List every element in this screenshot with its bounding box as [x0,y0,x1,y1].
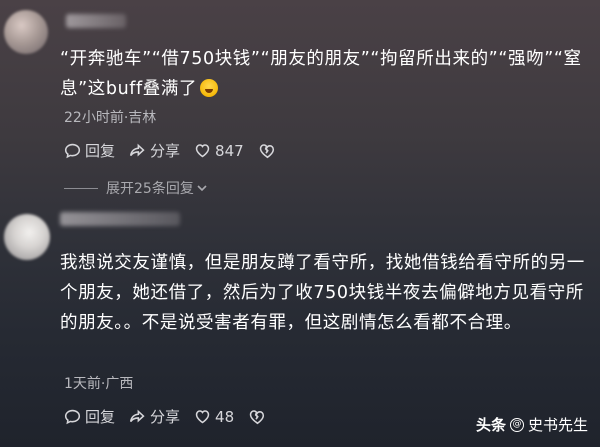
comment-meta: 1天前·广西 [64,376,134,392]
reply-label: 回复 [85,142,116,160]
watermark-logo: 头条 [475,416,506,434]
broken-heart-icon [259,144,274,159]
commenter-username-blurred[interactable] [66,14,126,28]
broken-heart-icon [249,410,265,425]
watermark: 头条 @ 史书先生 [476,414,588,435]
heart-icon [195,144,210,158]
reply-icon [64,409,81,425]
like-button[interactable]: 48 [194,408,234,426]
like-count: 48 [215,407,235,426]
commenter-avatar[interactable] [4,10,48,54]
commenter-avatar[interactable] [4,214,50,260]
share-icon [129,409,145,423]
like-count: 847 [215,141,244,160]
comment-text: 我想说交友谨慎，但是朋友蹲了看守所，找她借钱给看守所的另一个朋友，她还借了，然后… [60,253,585,333]
at-icon: @ [509,417,524,432]
share-icon [129,143,145,157]
reply-button[interactable]: 回复 [64,140,115,161]
comment-meta: 22小时前·吉林 [64,110,157,126]
heart-icon [195,410,210,424]
comment-actions: 回复 分享 48 [64,406,265,427]
reply-label: 回复 [85,408,116,426]
share-label: 分享 [150,408,181,426]
share-label: 分享 [150,142,181,160]
comment-body: “开奔驰车”“借750块钱”“朋友的朋友”“拘留所出来的”“强吻”“窒息”这bu… [60,49,582,99]
dislike-button[interactable] [248,408,265,425]
watermark-author: 史书先生 [527,416,588,434]
share-button[interactable]: 分享 [129,406,180,427]
expand-replies-label: 展开25条回复 [106,181,194,197]
expand-divider [64,187,98,189]
share-button[interactable]: 分享 [129,140,180,161]
reply-button[interactable]: 回复 [64,406,115,427]
grinning-sweat-emoji-icon [200,79,219,97]
commenter-username-blurred[interactable] [60,212,180,226]
chevron-down-icon [197,185,207,192]
expand-replies-button[interactable]: 展开25条回复 [64,178,208,198]
comment-text: “开奔驰车”“借750块钱”“朋友的朋友”“拘留所出来的”“强吻”“窒息”这bu… [60,44,596,104]
comment-actions: 回复 分享 847 [64,140,275,161]
dislike-button[interactable] [258,142,275,159]
like-button[interactable]: 847 [194,142,244,160]
reply-icon [64,143,81,159]
